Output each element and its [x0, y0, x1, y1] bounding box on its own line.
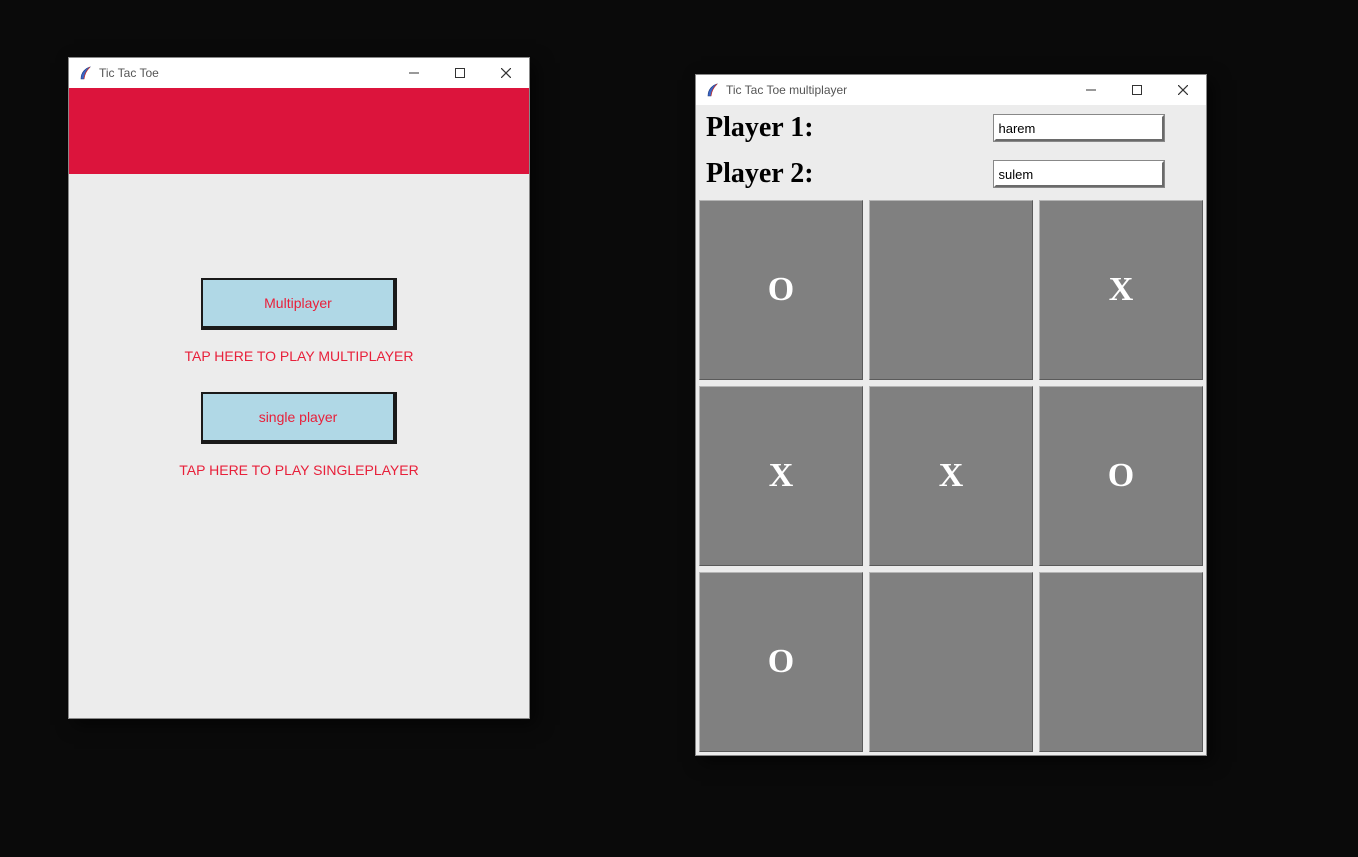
window-client-area: Multiplayer TAP HERE TO PLAY MULTIPLAYER… [69, 88, 529, 718]
window-client-area: Player 1: Player 2: O X X X O O [696, 105, 1206, 755]
window-multiplayer-game: Tic Tac Toe multiplayer Player 1: Player… [695, 74, 1207, 756]
tk-feather-icon [704, 82, 720, 98]
window-main-menu: Tic Tac Toe Multiplayer TAP HERE TO PLAY… [68, 57, 530, 719]
window-title: Tic Tac Toe multiplayer [726, 83, 847, 97]
cell-0-0[interactable]: O [699, 200, 863, 380]
close-button[interactable] [1160, 75, 1206, 105]
multiplayer-caption: TAP HERE TO PLAY MULTIPLAYER [184, 348, 413, 364]
maximize-button[interactable] [437, 58, 483, 88]
multiplayer-button[interactable]: Multiplayer [201, 278, 397, 330]
player2-input[interactable] [994, 161, 1164, 187]
cell-2-1[interactable] [869, 572, 1033, 752]
titlebar[interactable]: Tic Tac Toe [69, 58, 529, 88]
maximize-button[interactable] [1114, 75, 1160, 105]
titlebar[interactable]: Tic Tac Toe multiplayer [696, 75, 1206, 105]
window-title: Tic Tac Toe [99, 66, 159, 80]
cell-2-0[interactable]: O [699, 572, 863, 752]
cell-2-2[interactable] [1039, 572, 1203, 752]
player1-label: Player 1: [696, 112, 951, 144]
singleplayer-button[interactable]: single player [201, 392, 397, 444]
player-name-header: Player 1: Player 2: [696, 105, 1206, 197]
cell-1-2[interactable]: O [1039, 386, 1203, 566]
window-controls [391, 58, 529, 88]
minimize-button[interactable] [391, 58, 437, 88]
singleplayer-caption: TAP HERE TO PLAY SINGLEPLAYER [179, 462, 418, 478]
desktop: Tic Tac Toe Multiplayer TAP HERE TO PLAY… [0, 0, 1358, 857]
player1-input[interactable] [994, 115, 1164, 141]
cell-1-1[interactable]: X [869, 386, 1033, 566]
minimize-button[interactable] [1068, 75, 1114, 105]
window-controls [1068, 75, 1206, 105]
player2-label: Player 2: [696, 158, 951, 190]
board-container: O X X X O O [696, 197, 1206, 755]
menu-container: Multiplayer TAP HERE TO PLAY MULTIPLAYER… [69, 278, 529, 506]
cell-0-2[interactable]: X [1039, 200, 1203, 380]
cell-1-0[interactable]: X [699, 386, 863, 566]
header-banner [69, 88, 529, 174]
game-board: O X X X O O [699, 200, 1203, 752]
cell-0-1[interactable] [869, 200, 1033, 380]
tk-feather-icon [77, 65, 93, 81]
close-button[interactable] [483, 58, 529, 88]
